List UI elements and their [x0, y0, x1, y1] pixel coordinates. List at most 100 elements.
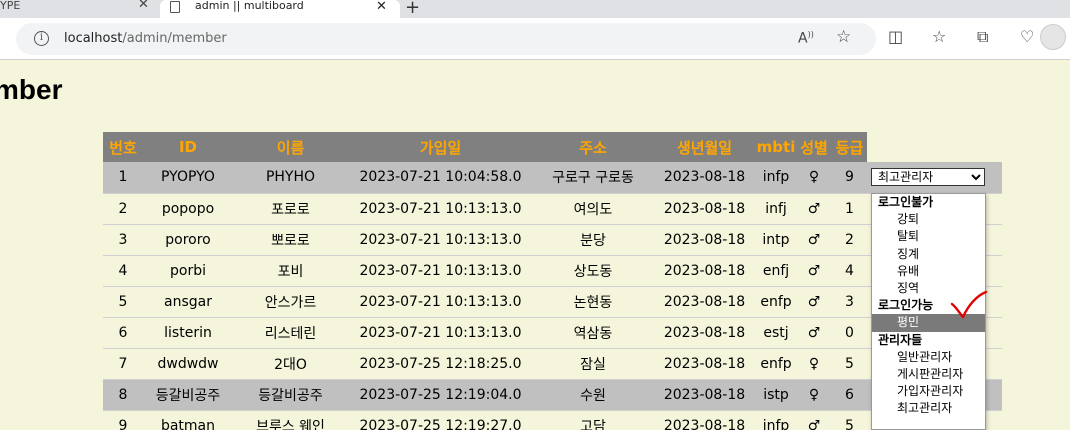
- table-row: 7 dwdwdw 2대O 2023-07-25 12:18:25.0 잠실 2023-08…: [103, 348, 1002, 380]
- cell-name: 뽀로로: [233, 224, 348, 256]
- url-path: /admin/member: [122, 31, 227, 46]
- cell-no: 2: [103, 193, 143, 225]
- cell-grade: 2: [832, 224, 867, 256]
- browser-essentials-icon[interactable]: ♡: [1020, 27, 1034, 46]
- cell-gender: ♀: [796, 379, 832, 411]
- cell-id: dwdwdw: [143, 348, 233, 380]
- header-mbti: mbti: [756, 132, 796, 162]
- table-row: 5 ansgar 안스가르 2023-07-21 10:13:13.0 논현동 2023-…: [103, 286, 1002, 318]
- cell-name: 브루스 웨인: [233, 410, 348, 430]
- cell-id: pororo: [143, 224, 233, 256]
- table-row: 8 등갈비공주 등갈비공주 2023-07-25 12:19:04.0 수원 2023-0…: [103, 379, 1002, 411]
- cell-id: batman: [143, 410, 233, 430]
- cell-mbti: infp: [756, 162, 796, 194]
- cell-grade: 5: [832, 410, 867, 430]
- header-birth: 생년월일: [653, 132, 756, 162]
- cell-name: 2대O: [233, 348, 348, 380]
- split-screen-icon[interactable]: ◫: [888, 27, 903, 46]
- cell-address: 역삼동: [533, 317, 653, 349]
- checkmark-annotation-icon: [950, 290, 988, 319]
- cell-name: 리스테린: [233, 317, 348, 349]
- member-table: 번호 ID 이름 가입일 주소 생년월일 mbti 성별 등급 1 PYOPYO P…: [103, 132, 1002, 430]
- read-aloud-icon[interactable]: A)): [798, 30, 814, 47]
- header-address: 주소: [533, 132, 653, 162]
- close-icon[interactable]: ✕: [138, 0, 149, 11]
- cell-name: PHYHO: [233, 162, 348, 194]
- cell-no: 3: [103, 224, 143, 256]
- tab-active[interactable]: admin || multiboard ✕: [160, 0, 400, 18]
- page-icon: [170, 1, 180, 13]
- cell-id: PYOPYO: [143, 162, 233, 194]
- cell-no: 4: [103, 255, 143, 287]
- collections-icon[interactable]: ⧉: [977, 27, 988, 47]
- cell-name: 등갈비공주: [233, 379, 348, 411]
- browser-toolbar: i localhost/admin/member A)) ☆: [0, 18, 1070, 60]
- dropdown-group-label: 관리자들: [878, 332, 923, 347]
- cell-grade: 3: [832, 286, 867, 318]
- cell-address: 분당: [533, 224, 653, 256]
- dropdown-option[interactable]: 게시판관리자: [872, 366, 985, 383]
- favorites-icon[interactable]: ☆: [932, 27, 946, 46]
- cell-id: listerin: [143, 317, 233, 349]
- role-select[interactable]: 최고관리자: [871, 168, 985, 187]
- info-icon[interactable]: i: [34, 31, 49, 46]
- tab-previous[interactable]: YPE ✕: [0, 0, 158, 18]
- table-row: 1 PYOPYO PHYHO 2023-07-21 10:04:58.0 구로구 구로동…: [103, 162, 1002, 194]
- cell-joined: 2023-07-21 10:13:13.0: [348, 317, 533, 349]
- cell-mbti: infp: [756, 410, 796, 430]
- cell-mbti: enfp: [756, 348, 796, 380]
- table-row: 4 porbi 포비 2023-07-21 10:13:13.0 상도동 2023-08-…: [103, 255, 1002, 287]
- cell-gender: ♂: [796, 286, 832, 318]
- cell-name: 안스가르: [233, 286, 348, 318]
- cell-joined: 2023-07-25 12:19:27.0: [348, 410, 533, 430]
- header-id: ID: [143, 132, 233, 162]
- header-gender: 성별: [796, 132, 832, 162]
- cell-name: 포비: [233, 255, 348, 287]
- cell-gender: ♂: [796, 410, 832, 430]
- cell-gender: ♂: [796, 317, 832, 349]
- cell-grade: 1: [832, 193, 867, 225]
- cell-joined: 2023-07-21 10:13:13.0: [348, 286, 533, 318]
- tab-previous-title: YPE: [0, 0, 21, 12]
- cell-grade: 5: [832, 348, 867, 380]
- header-no: 번호: [103, 132, 143, 162]
- cell-address: 구로구 구로동: [533, 162, 653, 194]
- cell-birth: 2023-08-18: [653, 410, 756, 430]
- cell-name: 포로로: [233, 193, 348, 225]
- tab-active-title: admin || multiboard: [195, 0, 304, 12]
- dropdown-option[interactable]: 탈퇴: [872, 228, 985, 245]
- cell-address: 논현동: [533, 286, 653, 318]
- cell-address: 수원: [533, 379, 653, 411]
- dropdown-option[interactable]: 유배: [872, 263, 985, 280]
- cell-mbti: istp: [756, 379, 796, 411]
- dropdown-option[interactable]: 최고관리자: [872, 400, 985, 417]
- new-tab-icon[interactable]: +: [405, 0, 420, 18]
- favorite-star-icon[interactable]: ☆: [836, 27, 851, 47]
- cell-birth: 2023-08-18: [653, 255, 756, 287]
- cell-mbti: estj: [756, 317, 796, 349]
- url-text[interactable]: localhost/admin/member: [64, 31, 227, 46]
- dropdown-group-label: 로그인불가: [878, 195, 934, 209]
- address-bar[interactable]: i localhost/admin/member A)) ☆: [16, 23, 876, 55]
- cell-mbti: infj: [756, 193, 796, 225]
- cell-joined: 2023-07-25 12:18:25.0: [348, 348, 533, 380]
- dropdown-option[interactable]: 강퇴: [872, 211, 985, 228]
- cell-grade: 9: [832, 162, 867, 194]
- cell-address: 여의도: [533, 193, 653, 225]
- cell-birth: 2023-08-18: [653, 193, 756, 225]
- cell-gender: ♂: [796, 255, 832, 287]
- cell-id: porbi: [143, 255, 233, 287]
- cell-grade: 0: [832, 317, 867, 349]
- cell-birth: 2023-08-18: [653, 286, 756, 318]
- cell-no: 7: [103, 348, 143, 380]
- dropdown-option[interactable]: 징계: [872, 246, 985, 263]
- cell-birth: 2023-08-18: [653, 162, 756, 194]
- table-row: 9 batman 브루스 웨인 2023-07-25 12:19:27.0 고담 2023…: [103, 410, 1002, 430]
- cell-gender: ♂: [796, 224, 832, 256]
- cell-address: 고담: [533, 410, 653, 430]
- dropdown-option[interactable]: 일반관리자: [872, 349, 985, 366]
- close-icon[interactable]: ✕: [376, 0, 387, 14]
- cell-no: 6: [103, 317, 143, 349]
- profile-avatar[interactable]: [1040, 24, 1066, 50]
- dropdown-option[interactable]: 가입자관리자: [872, 383, 985, 400]
